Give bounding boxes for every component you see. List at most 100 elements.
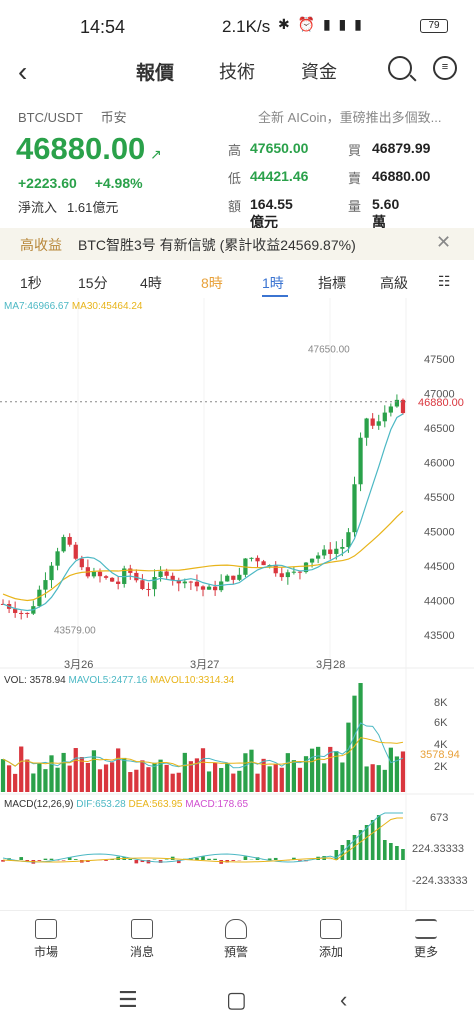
kline-chart[interactable]: 4750047000465004600045500450004450044000… bbox=[0, 298, 474, 910]
tab-technical[interactable]: 技術 bbox=[219, 58, 255, 84]
volume-bar bbox=[19, 746, 24, 792]
mavol5-label: MAVOL5:2477.16 bbox=[68, 675, 148, 686]
candle bbox=[309, 558, 315, 563]
tf-1s[interactable]: 1秒 bbox=[20, 273, 42, 293]
battery-icon: 79 bbox=[420, 19, 448, 33]
candle bbox=[382, 412, 387, 422]
macd-bar bbox=[213, 858, 217, 860]
up-arrow-icon: ↗ bbox=[150, 146, 162, 162]
candle bbox=[285, 572, 290, 578]
candle bbox=[352, 484, 357, 533]
price-tick: 44000 bbox=[424, 596, 455, 608]
candle bbox=[103, 576, 109, 578]
macd-bar bbox=[73, 859, 78, 860]
nav-add-label: 添加 bbox=[318, 945, 343, 959]
ma7-line bbox=[2, 413, 404, 612]
volume-tick: 2K bbox=[434, 761, 448, 773]
volume-bar bbox=[322, 763, 327, 792]
volume-bar bbox=[61, 752, 66, 792]
volume-bar bbox=[0, 759, 6, 792]
back-icon[interactable]: ‹ bbox=[18, 56, 27, 88]
nav-messages-label: 消息 bbox=[129, 945, 154, 959]
search-icon[interactable] bbox=[388, 56, 412, 80]
volume-bar bbox=[6, 765, 12, 792]
volume-bar bbox=[43, 769, 48, 792]
close-icon[interactable]: ✕ bbox=[436, 232, 451, 253]
volume-bar bbox=[128, 772, 133, 792]
tf-1h[interactable]: 1時 bbox=[262, 273, 284, 293]
add-icon bbox=[320, 919, 342, 939]
volume-bar bbox=[37, 763, 42, 792]
candle bbox=[370, 418, 375, 426]
macd-bar bbox=[128, 859, 133, 860]
clock: 14:54 bbox=[80, 17, 126, 37]
tf-4h[interactable]: 4時 bbox=[140, 273, 162, 293]
candle bbox=[116, 581, 121, 584]
nav-messages[interactable]: 消息 bbox=[112, 919, 172, 960]
volume-bar bbox=[382, 769, 387, 792]
volume-bar bbox=[67, 765, 72, 792]
tf-15m[interactable]: 15分 bbox=[78, 273, 108, 293]
nav-alerts[interactable]: 預警 bbox=[206, 919, 266, 960]
advanced-button[interactable]: 高級 bbox=[380, 273, 408, 293]
date-label: 3月26 bbox=[64, 659, 93, 671]
volume-bar bbox=[334, 751, 339, 792]
volume-bar bbox=[182, 752, 187, 792]
price-tick: 44500 bbox=[424, 561, 455, 573]
volume-bar bbox=[79, 757, 84, 792]
ma-legend: MA7:46966.67 MA30:45464.24 bbox=[4, 301, 142, 312]
price-tick: 45500 bbox=[424, 492, 455, 504]
macd-bar bbox=[401, 849, 405, 860]
volume-bar bbox=[231, 773, 236, 792]
tab-quote[interactable]: 報價 bbox=[136, 58, 174, 85]
nav-more[interactable]: 更多 bbox=[396, 919, 456, 960]
vol-legend: VOL: 3578.94 MAVOL5:2477.16 MAVOL10:3314… bbox=[4, 675, 234, 686]
candle bbox=[394, 399, 400, 407]
nav-add[interactable]: 添加 bbox=[301, 919, 361, 960]
volume-bar bbox=[291, 760, 297, 792]
ma30-label: MA30:45464.24 bbox=[71, 301, 143, 312]
signal-icons: ✱ ⏰ ▮ ▮ ▮ bbox=[278, 16, 364, 32]
volume-bar bbox=[31, 773, 36, 792]
macd-bar bbox=[231, 860, 236, 861]
menu-icon[interactable]: ≡ bbox=[433, 56, 457, 80]
ask-label: 賣 bbox=[348, 171, 362, 186]
candle bbox=[188, 581, 194, 583]
home-icon[interactable]: ▢ bbox=[226, 987, 247, 1013]
candle bbox=[279, 573, 284, 578]
tf-8h[interactable]: 8時 bbox=[201, 273, 223, 293]
ma7-label: MA7:46966.67 bbox=[4, 301, 70, 312]
candle bbox=[328, 549, 333, 554]
candle bbox=[297, 571, 303, 573]
candle bbox=[170, 575, 175, 580]
more-icon bbox=[415, 919, 437, 939]
nav-market[interactable]: 市場 bbox=[16, 919, 76, 960]
chart-settings-icon[interactable]: ☷ bbox=[438, 273, 451, 290]
macd-bar bbox=[382, 840, 387, 860]
high-marker: 47650.00 bbox=[308, 345, 350, 356]
inflow-label: 淨流入 bbox=[18, 200, 58, 215]
volume-bar bbox=[152, 762, 157, 792]
volume-bar bbox=[97, 769, 103, 792]
nav-alerts-label: 預警 bbox=[223, 945, 248, 959]
candle bbox=[73, 544, 78, 559]
candle bbox=[152, 577, 157, 590]
pair-info: BTC/USDT 币安 bbox=[18, 107, 141, 126]
candle bbox=[291, 571, 297, 573]
recent-apps-icon[interactable]: ☰ bbox=[118, 987, 138, 1013]
volume-bar bbox=[267, 766, 272, 792]
market-icon bbox=[35, 919, 57, 939]
news-ticker[interactable]: 全新 AICoin，重磅推出多個致... bbox=[258, 107, 441, 126]
tab-funds[interactable]: 資金 bbox=[301, 58, 337, 84]
macd-bar bbox=[37, 860, 42, 861]
date-label: 3月27 bbox=[190, 659, 219, 671]
system-back-icon[interactable]: ‹ bbox=[340, 987, 347, 1013]
mavol10-label: MAVOL10:3314.34 bbox=[150, 675, 235, 686]
volume-bar bbox=[273, 764, 278, 792]
signal-banner[interactable]: 高收益 BTC智胜3号 有新信號 (累計收益24569.87%) ✕ bbox=[0, 228, 474, 260]
candle bbox=[206, 586, 212, 590]
exchange-name: 币安 bbox=[100, 110, 127, 125]
indicators-button[interactable]: 指標 bbox=[318, 273, 346, 293]
volume-bar bbox=[73, 748, 78, 792]
volume-bar bbox=[206, 771, 212, 792]
